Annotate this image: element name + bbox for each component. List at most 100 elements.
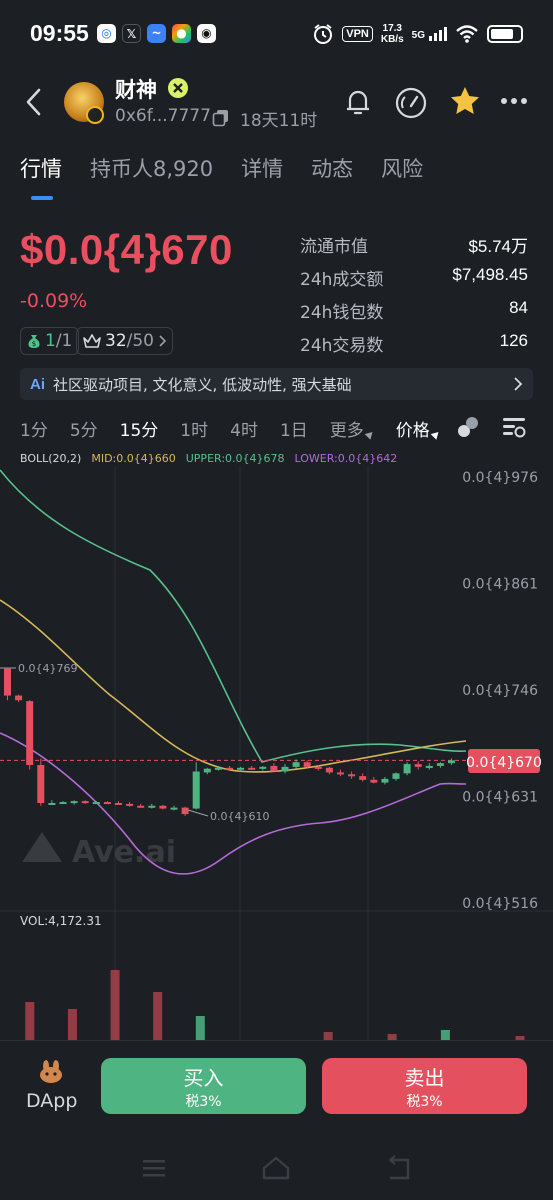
gauge-icon[interactable] xyxy=(394,86,428,120)
dapp-label[interactable]: DApp xyxy=(26,1090,77,1112)
tab-holders[interactable]: 持币人8,920 xyxy=(90,153,213,183)
app-icon-a: ◎ xyxy=(97,24,116,43)
price-type-dropdown[interactable]: 价格 xyxy=(396,416,442,441)
volume-label: VOL:4,172.31 xyxy=(20,914,102,928)
interval-more-dropdown[interactable]: 更多 xyxy=(330,416,376,441)
candle-body xyxy=(115,802,122,805)
more-icon[interactable] xyxy=(500,97,528,105)
candle-body xyxy=(81,801,89,804)
candle-body xyxy=(337,772,344,775)
boll-mid: MID:0.0{4}660 xyxy=(91,452,176,465)
candle-body xyxy=(448,760,455,764)
buy-tax: 税3% xyxy=(185,1093,222,1110)
candle-body xyxy=(137,805,145,808)
chevron-right-icon xyxy=(514,377,523,391)
app-icon-color: ● xyxy=(172,24,191,43)
current-price-tag: 0.0{4}670 xyxy=(466,749,542,773)
boll-label: BOLL(20,2) xyxy=(20,452,82,465)
interval-1h[interactable]: 1时 xyxy=(180,416,208,441)
tab-risk[interactable]: 风险 xyxy=(381,153,423,183)
svg-text:$: $ xyxy=(32,340,36,348)
candle-body xyxy=(26,701,34,766)
candle-body xyxy=(70,801,78,804)
tab-bar: 行情 持币人8,920 详情 动态 风险 xyxy=(20,153,423,183)
volume-bar xyxy=(153,992,163,1040)
interval-5m[interactable]: 5分 xyxy=(70,416,98,441)
ai-summary-banner[interactable]: Ai 社区驱动项目, 文化意义, 低波动性, 强大基础 xyxy=(20,368,533,400)
price-change: -0.09% xyxy=(20,290,88,312)
volume-bar xyxy=(67,1009,77,1040)
signal-icon: 5G xyxy=(412,27,447,41)
home-icon[interactable] xyxy=(262,1156,290,1180)
token-name: 财神 xyxy=(115,78,157,102)
chip1-value: 1 xyxy=(45,331,56,351)
bell-icon[interactable] xyxy=(342,86,374,118)
chart-settings-icon[interactable] xyxy=(501,414,527,440)
current-price: $0.0{4}670 xyxy=(20,226,233,273)
favorite-star-icon[interactable] xyxy=(449,85,481,117)
volume-bar xyxy=(25,1002,35,1040)
dropdown-arrow-icon xyxy=(430,429,442,440)
chip2-value: 32 xyxy=(105,331,127,351)
stat-value: $7,498.45 xyxy=(452,265,528,284)
y-tick-label: 0.0{4}516 xyxy=(462,896,538,912)
candle-body xyxy=(15,695,23,701)
copy-icon[interactable] xyxy=(212,109,230,127)
candle-body xyxy=(303,762,311,767)
boll-lower-line xyxy=(0,732,467,875)
candle-body xyxy=(103,802,111,805)
stat-value: $5.74万 xyxy=(468,237,528,256)
sell-button[interactable]: 卖出 税3% xyxy=(322,1058,527,1114)
stat-label: 流通市值 xyxy=(300,237,368,257)
candle-body xyxy=(325,767,333,773)
sell-tax: 税3% xyxy=(406,1093,443,1110)
tab-details[interactable]: 详情 xyxy=(241,153,283,183)
boll-lower: LOWER:0.0{4}642 xyxy=(294,452,398,465)
candle-body xyxy=(170,807,178,810)
wifi-icon xyxy=(456,25,478,43)
buy-button[interactable]: 买入 税3% xyxy=(101,1058,306,1114)
sell-label: 卖出 xyxy=(404,1065,445,1090)
stat-row: 24h交易数 126 xyxy=(300,331,528,364)
ave-logo-watermark: Ave.ai xyxy=(22,832,176,870)
tab-activity[interactable]: 动态 xyxy=(311,153,353,183)
volume-bar xyxy=(440,1030,450,1040)
interval-15m[interactable]: 15分 xyxy=(120,416,159,441)
top-holders-chip[interactable]: 32/50 xyxy=(76,327,173,355)
candle-body xyxy=(281,766,289,772)
ai-icon: Ai xyxy=(30,375,45,393)
stat-row: 流通市值 $5.74万 xyxy=(300,232,528,265)
system-nav-bar xyxy=(143,1155,410,1180)
interval-1d[interactable]: 1日 xyxy=(280,416,308,441)
volume-bars xyxy=(25,970,525,1040)
boll-upper: UPPER:0.0{4}678 xyxy=(185,452,285,465)
app-icon-wave: ~ xyxy=(147,24,166,43)
menu-icon[interactable] xyxy=(143,1160,165,1177)
token-stats: 流通市值 $5.74万 24h成交额 $7,498.45 24h钱包数 84 2… xyxy=(300,232,528,364)
candle-body xyxy=(436,763,444,766)
battery-level xyxy=(491,29,514,39)
candle-body xyxy=(348,774,356,777)
speed-unit: KB/s xyxy=(380,34,404,45)
price-chart[interactable]: Ave.ai 0.0{4}9760.0{4}8610.0{4}7460.0{4}… xyxy=(0,466,553,1041)
stat-row: 24h钱包数 84 xyxy=(300,298,528,331)
boll-mid-line xyxy=(0,599,467,773)
tab-market[interactable]: 行情 xyxy=(20,153,62,183)
indicator-toggle-icon[interactable] xyxy=(455,414,481,440)
candle-body xyxy=(203,768,211,773)
dev-holdings-chip[interactable]: $ 1/1 xyxy=(20,327,80,355)
status-right: VPN 17.3 KB/s 5G xyxy=(312,20,523,48)
back-icon[interactable] xyxy=(22,87,46,117)
stat-label: 24h交易数 xyxy=(300,336,384,356)
x-icon: 𝕏 xyxy=(122,24,141,43)
pancakeswap-icon[interactable] xyxy=(38,1059,64,1085)
dropdown-arrow-icon xyxy=(364,429,376,440)
verified-icon xyxy=(168,78,188,98)
interval-1m[interactable]: 1分 xyxy=(20,416,48,441)
candle-body xyxy=(403,764,411,774)
interval-4h[interactable]: 4时 xyxy=(230,416,258,441)
y-tick-label: 0.0{4}861 xyxy=(462,577,538,593)
battery-icon xyxy=(487,25,523,43)
money-bag-icon: $ xyxy=(28,335,40,348)
back-nav-icon[interactable] xyxy=(389,1155,410,1180)
